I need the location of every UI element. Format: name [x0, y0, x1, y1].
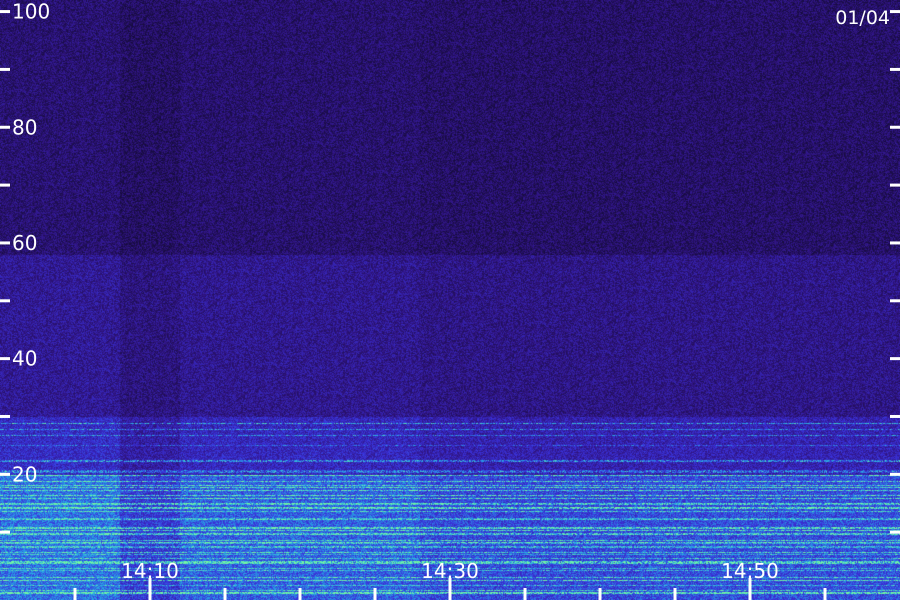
spectrogram-panel: 100 80 60 40 20 14:10 14:30 14:50 01/04 [0, 0, 900, 600]
y-tick-label: 60 [12, 231, 37, 255]
x-tick-label: 14:30 [421, 559, 479, 583]
y-tick-label: 20 [12, 462, 37, 486]
y-tick-label: 100 [12, 0, 50, 24]
spectrogram-axes: 100 80 60 40 20 14:10 14:30 14:50 01/04 [0, 0, 900, 600]
x-tick-label: 14:50 [721, 559, 779, 583]
date-label: 01/04 [835, 7, 890, 29]
y-tick-label: 40 [12, 347, 37, 371]
x-tick-label: 14:10 [121, 559, 179, 583]
y-tick-label: 80 [12, 115, 37, 139]
